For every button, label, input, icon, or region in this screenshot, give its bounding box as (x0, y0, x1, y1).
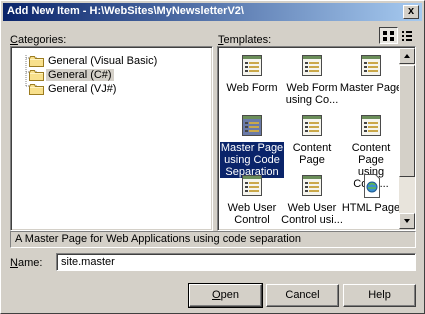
category-label: General (C#) (46, 69, 114, 81)
categories-tree[interactable]: General (Visual Basic) General (C#) Genera… (10, 46, 213, 231)
template-item[interactable]: Web Form (220, 53, 284, 111)
template-item[interactable]: Web User Control (220, 173, 284, 230)
master-page-icon (242, 115, 262, 136)
cancel-button[interactable]: Cancel (266, 284, 339, 307)
template-label: Web User Control (227, 202, 277, 226)
template-label: HTML Page (341, 202, 401, 214)
folder-icon (29, 84, 44, 95)
template-description: A Master Page for Web Applications using… (10, 231, 416, 248)
scroll-down-button[interactable] (399, 213, 415, 229)
template-label: Web Form using Co... (285, 82, 339, 106)
template-label: Web User Control usi... (281, 202, 343, 226)
name-input[interactable]: site.master (56, 253, 416, 271)
template-label: Web Form (226, 82, 278, 94)
template-label: Master Page (339, 82, 403, 94)
large-icons-view-icon (383, 31, 394, 41)
web-user-control-icon (302, 175, 322, 196)
web-form-icon (242, 55, 262, 76)
chevron-down-icon (404, 219, 410, 223)
categories-label: Categories: (10, 34, 67, 46)
add-new-item-dialog: Add New Item - H:\WebSites\MyNewsletterV… (0, 0, 425, 314)
chevron-up-icon (404, 54, 410, 58)
web-form-icon (302, 55, 322, 76)
folder-icon (29, 56, 44, 67)
template-item[interactable]: Master Page (339, 53, 403, 111)
close-icon: x (407, 5, 415, 17)
template-item[interactable]: Content Page (280, 113, 344, 171)
close-button[interactable]: x (403, 5, 419, 19)
templates-scrollbar[interactable] (399, 48, 415, 229)
open-button[interactable]: Open (188, 283, 263, 308)
template-item[interactable]: Content Pageusing Code... (339, 113, 403, 190)
category-label: General (Visual Basic) (48, 55, 158, 67)
folder-icon (29, 70, 44, 81)
scroll-up-button[interactable] (399, 48, 415, 64)
templates-list[interactable]: Web Form Web Form using Co... Master Page Ma… (217, 46, 416, 231)
small-icons-view-icon (402, 31, 412, 41)
html-page-icon (364, 174, 380, 198)
name-label: Name: (10, 257, 43, 269)
content-page-icon (302, 115, 322, 136)
large-icons-view-button[interactable] (379, 27, 398, 44)
template-item[interactable]: Web User Control usi... (280, 173, 344, 230)
template-item[interactable]: Web Form using Co... (280, 53, 344, 111)
small-icons-view-button[interactable] (398, 27, 417, 44)
title-bar[interactable]: Add New Item - H:\WebSites\MyNewsletterV… (3, 3, 422, 21)
web-user-control-icon (242, 175, 262, 196)
scrollbar-thumb[interactable] (399, 65, 415, 177)
window-title: Add New Item - H:\WebSites\MyNewsletterV… (7, 5, 244, 17)
help-button[interactable]: Help (343, 284, 416, 307)
category-label: General (VJ#) (48, 83, 117, 95)
template-item[interactable]: Master Page using Code Separation (220, 113, 284, 178)
master-page-icon (361, 55, 381, 76)
templates-label: Templates: (218, 34, 272, 46)
template-item[interactable]: HTML Page (339, 173, 403, 230)
template-label: Content Page (292, 142, 332, 166)
content-page-icon (361, 115, 381, 136)
